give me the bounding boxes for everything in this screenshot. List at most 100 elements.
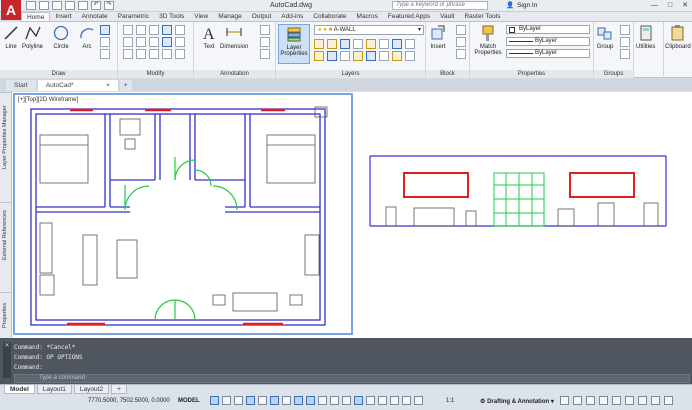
transparency-icon[interactable] — [330, 396, 339, 405]
layer-on-icon[interactable] — [314, 39, 324, 49]
model-space-toggle[interactable]: MODEL — [178, 398, 200, 404]
layer-change-icon[interactable] — [392, 51, 402, 61]
tab-layout1[interactable]: Layout1 — [36, 385, 72, 394]
tab-parametric[interactable]: Parametric — [113, 12, 154, 21]
command-input[interactable]: Type a command — [14, 374, 690, 383]
layer-thaw-icon[interactable] — [314, 51, 324, 61]
insert-button[interactable]: Insert — [429, 24, 447, 50]
tab-collaborate[interactable]: Collaborate — [308, 12, 351, 21]
tab-3d-tools[interactable]: 3D Tools — [154, 12, 189, 21]
close-button[interactable]: ✕ — [682, 0, 688, 11]
units-icon[interactable] — [586, 396, 595, 405]
chamfer-icon[interactable] — [162, 49, 172, 59]
stretch-icon[interactable] — [123, 49, 133, 59]
infer-constraints-icon[interactable] — [234, 396, 243, 405]
layer-freeze-icon[interactable] — [327, 39, 337, 49]
circle-button[interactable]: Circle — [52, 24, 70, 50]
block-panel-title[interactable]: Block — [426, 70, 469, 78]
new-file-icon[interactable] — [26, 1, 36, 10]
clipboard-button[interactable]: Clipboard — [665, 24, 691, 50]
maximize-button[interactable]: □ — [668, 0, 672, 11]
open-file-icon[interactable] — [39, 1, 49, 10]
3d-osnap-icon[interactable] — [354, 396, 363, 405]
erase-icon[interactable] — [162, 25, 172, 35]
sign-in-button[interactable]: 👤 Sign In — [506, 0, 537, 11]
save-icon[interactable] — [52, 1, 62, 10]
rectangle-icon[interactable] — [100, 25, 110, 35]
group-select-icon[interactable] — [620, 49, 630, 59]
layer-previous-icon[interactable] — [405, 39, 415, 49]
isolate-objects-icon[interactable] — [625, 396, 634, 405]
viewport-floor-plan[interactable]: [+][Top][2D Wireframe] — [13, 93, 353, 335]
color-dropdown[interactable]: ByLayer — [506, 25, 590, 34]
group-edit-icon[interactable] — [620, 37, 630, 47]
tab-featured-apps[interactable]: Featured Apps — [383, 12, 435, 21]
attribute-icon[interactable] — [456, 49, 466, 59]
lineweight-dropdown[interactable]: ByLayer — [506, 37, 590, 46]
trim-icon[interactable] — [149, 25, 159, 35]
layer-match-icon[interactable] — [392, 39, 402, 49]
properties-panel-title[interactable]: Properties — [470, 70, 593, 78]
modify-panel-title[interactable]: Modify — [118, 70, 193, 78]
linetype-dropdown[interactable]: ByLayer — [506, 49, 590, 58]
viewport-controls-label[interactable]: [+][Top][2D Wireframe] — [18, 97, 78, 103]
ungroup-icon[interactable] — [620, 25, 630, 35]
scale-icon[interactable] — [136, 49, 146, 59]
annotation-visibility-icon[interactable] — [402, 396, 411, 405]
new-tab-button[interactable]: + — [119, 80, 132, 91]
grid-icon[interactable] — [210, 396, 219, 405]
selection-filter-icon[interactable] — [378, 396, 387, 405]
match-properties-button[interactable]: Match Properties — [473, 24, 503, 56]
layer-dropdown[interactable]: ● ● ■ A-WALL ▾ — [314, 25, 424, 35]
utilities-button[interactable]: Utilities — [636, 24, 655, 50]
tab-macros[interactable]: Macros — [352, 12, 383, 21]
external-references-palette[interactable]: External References — [0, 202, 12, 268]
clean-screen-icon[interactable] — [651, 396, 660, 405]
tab-insert[interactable]: Insert — [50, 12, 76, 21]
auto-scale-icon[interactable] — [414, 396, 423, 405]
layer-merge-icon[interactable] — [340, 51, 350, 61]
application-menu-button[interactable]: A — [1, 0, 21, 20]
leader-icon[interactable] — [260, 25, 270, 35]
lineweight-icon[interactable] — [318, 396, 327, 405]
draw-panel-title[interactable]: Draw — [0, 70, 117, 78]
ellipse-icon[interactable] — [100, 49, 110, 59]
copy-icon[interactable] — [123, 37, 133, 47]
markup-icon[interactable] — [260, 49, 270, 59]
layer-lock-icon[interactable] — [340, 39, 350, 49]
group-button[interactable]: Group — [596, 24, 614, 50]
add-layout-button[interactable]: + — [111, 385, 127, 394]
array-rect-icon[interactable] — [149, 49, 159, 59]
layer-walk-icon[interactable] — [327, 51, 337, 61]
properties-palette[interactable]: Properties — [0, 292, 12, 338]
ortho-icon[interactable] — [258, 396, 267, 405]
tab-autocad-drawing[interactable]: AutoCad* × — [37, 80, 118, 91]
layers-panel-title[interactable]: Layers — [276, 70, 425, 78]
close-tab-icon[interactable]: × — [106, 80, 110, 91]
search-input[interactable]: Type a keyword or phrase — [392, 1, 488, 10]
layer-isolate-icon[interactable] — [366, 39, 376, 49]
dynamic-input-icon[interactable] — [246, 396, 255, 405]
text-button[interactable]: A Text — [200, 24, 218, 50]
rotate-icon[interactable] — [136, 25, 146, 35]
layer-unisolate-icon[interactable] — [379, 39, 389, 49]
drawing-area[interactable]: [+][Top][2D Wireframe] — [12, 92, 692, 338]
plot-icon[interactable] — [78, 1, 88, 10]
offset-icon[interactable] — [162, 37, 172, 47]
arc-button[interactable]: Arc — [78, 24, 96, 50]
array-icon[interactable] — [175, 37, 185, 47]
tab-vault[interactable]: Vault — [435, 12, 459, 21]
dimension-button[interactable]: Dimension — [220, 24, 248, 50]
plus-icon[interactable] — [560, 396, 569, 405]
layer-copy-icon[interactable] — [379, 51, 389, 61]
annotation-panel-title[interactable]: Annotation — [194, 70, 275, 78]
save-as-icon[interactable] — [65, 1, 75, 10]
layer-properties-manager-palette[interactable]: Layer Properties Manager — [0, 92, 12, 182]
tab-output[interactable]: Output — [247, 12, 277, 21]
dynamic-ucs-icon[interactable] — [366, 396, 375, 405]
fillet-icon[interactable] — [149, 37, 159, 47]
snap-icon[interactable] — [222, 396, 231, 405]
selection-cycling-icon[interactable] — [342, 396, 351, 405]
explode-icon[interactable] — [175, 25, 185, 35]
tab-model[interactable]: Model — [4, 385, 35, 394]
